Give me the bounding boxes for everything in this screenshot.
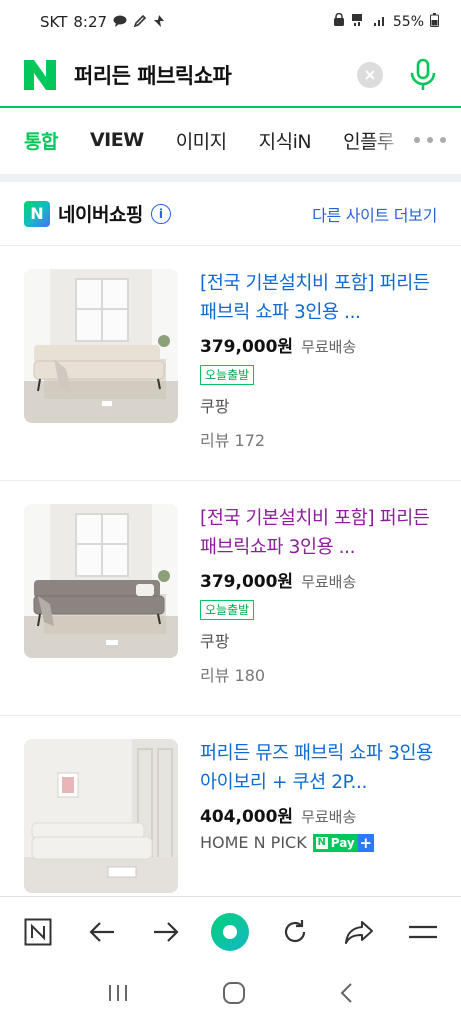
system-navigation-bar — [0, 966, 461, 1024]
search-input[interactable]: 퍼리든 패브릭쇼파 — [74, 60, 357, 90]
section-separator — [0, 174, 461, 182]
back-arrow-icon[interactable] — [80, 910, 124, 954]
product-title-link[interactable]: [전국 기본설치비 포함] 퍼리든 패브릭 쇼파 3인용 ... — [200, 269, 437, 327]
status-bar: SKT 8:27 55% — [0, 0, 461, 44]
browser-toolbar — [0, 896, 461, 966]
naver-shopping-logo-icon: N — [24, 200, 50, 227]
section-title: 네이버쇼핑 — [58, 204, 143, 226]
other-sites-more-link[interactable]: 다른 사이트 더보기 — [312, 202, 437, 226]
naver-pay-plus-icon: + — [357, 833, 374, 852]
tab-view[interactable]: VIEW — [90, 129, 144, 151]
product-thumbnail[interactable] — [24, 504, 178, 658]
carrier-label: SKT — [40, 13, 68, 31]
mall-name[interactable]: HOME N PICK — [200, 833, 307, 852]
alarm-icon — [333, 12, 345, 31]
refresh-icon[interactable] — [273, 910, 317, 954]
product-item[interactable]: 퍼리든 뮤즈 패브릭 쇼파 3인용 아이보리 + 쿠션 2P... 404,00… — [0, 716, 461, 896]
forward-arrow-icon[interactable] — [144, 910, 188, 954]
naver-pay-label: Pay — [330, 835, 355, 850]
naver-pay-n-icon: N — [315, 836, 328, 849]
product-title-link[interactable]: [전국 기본설치비 포함] 퍼리든 패브릭쇼파 3인용 ... — [200, 504, 437, 562]
share-icon[interactable] — [337, 910, 381, 954]
shipping-label: 무료배송 — [301, 808, 357, 826]
shopping-section-header: N 네이버쇼핑 i 다른 사이트 더보기 — [0, 182, 461, 246]
tab-integrated[interactable]: 통합 — [24, 127, 58, 154]
voice-search-icon[interactable] — [407, 58, 439, 91]
review-count[interactable]: 리뷰 180 — [200, 662, 437, 686]
mall-name[interactable]: 쿠팡 — [200, 628, 437, 652]
tab-fade — [369, 108, 409, 172]
home-icon[interactable] — [222, 981, 246, 1009]
same-day-shipping-badge: 오늘출발 — [200, 365, 255, 385]
recent-apps-icon[interactable] — [107, 983, 129, 1007]
signal-icon — [373, 13, 387, 31]
clock: 8:27 — [73, 13, 108, 31]
shipping-label: 무료배송 — [301, 338, 357, 356]
naver-logo-icon[interactable] — [24, 59, 56, 91]
shipping-label: 무료배송 — [301, 573, 357, 591]
product-item[interactable]: [전국 기본설치비 포함] 퍼리든 패브릭 쇼파 3인용 ... 379,000… — [0, 246, 461, 481]
product-thumbnail[interactable] — [24, 269, 178, 423]
tab-images[interactable]: 이미지 — [176, 127, 227, 154]
back-icon[interactable] — [339, 982, 355, 1008]
battery-icon — [430, 13, 439, 31]
review-count[interactable]: 리뷰 172 — [200, 427, 437, 451]
search-tabs: 통합 VIEW 이미지 지식iN 인플루 — [0, 108, 461, 172]
search-header: 퍼리든 패브릭쇼파 — [0, 44, 461, 108]
clear-search-button[interactable] — [357, 62, 383, 88]
green-dot-search-icon[interactable] — [208, 910, 252, 954]
mall-name[interactable]: 쿠팡 — [200, 393, 437, 417]
naver-pay-badge: N Pay — [312, 833, 358, 852]
menu-icon[interactable] — [401, 910, 445, 954]
same-day-shipping-badge: 오늘출발 — [200, 600, 255, 620]
product-title-link[interactable]: 퍼리든 뮤즈 패브릭 쇼파 3인용 아이보리 + 쿠션 2P... — [200, 739, 437, 797]
pencil-notification-icon — [133, 14, 147, 31]
tab-knowledge-in[interactable]: 지식iN — [259, 127, 312, 154]
info-icon[interactable]: i — [150, 203, 171, 224]
app-notification-icon — [153, 14, 165, 31]
product-item[interactable]: [전국 기본설치비 포함] 퍼리든 패브릭쇼파 3인용 ... 379,000원… — [0, 481, 461, 716]
naver-home-icon[interactable] — [16, 910, 60, 954]
battery-percent: 55% — [392, 14, 424, 30]
chat-notification-icon — [113, 15, 127, 30]
product-price: 379,000원 — [200, 337, 294, 357]
product-thumbnail[interactable] — [24, 739, 178, 893]
wifi-5g-icon — [351, 13, 367, 31]
more-tabs-icon[interactable] — [409, 128, 447, 149]
product-price: 379,000원 — [200, 572, 294, 592]
product-price: 404,000원 — [200, 807, 294, 827]
